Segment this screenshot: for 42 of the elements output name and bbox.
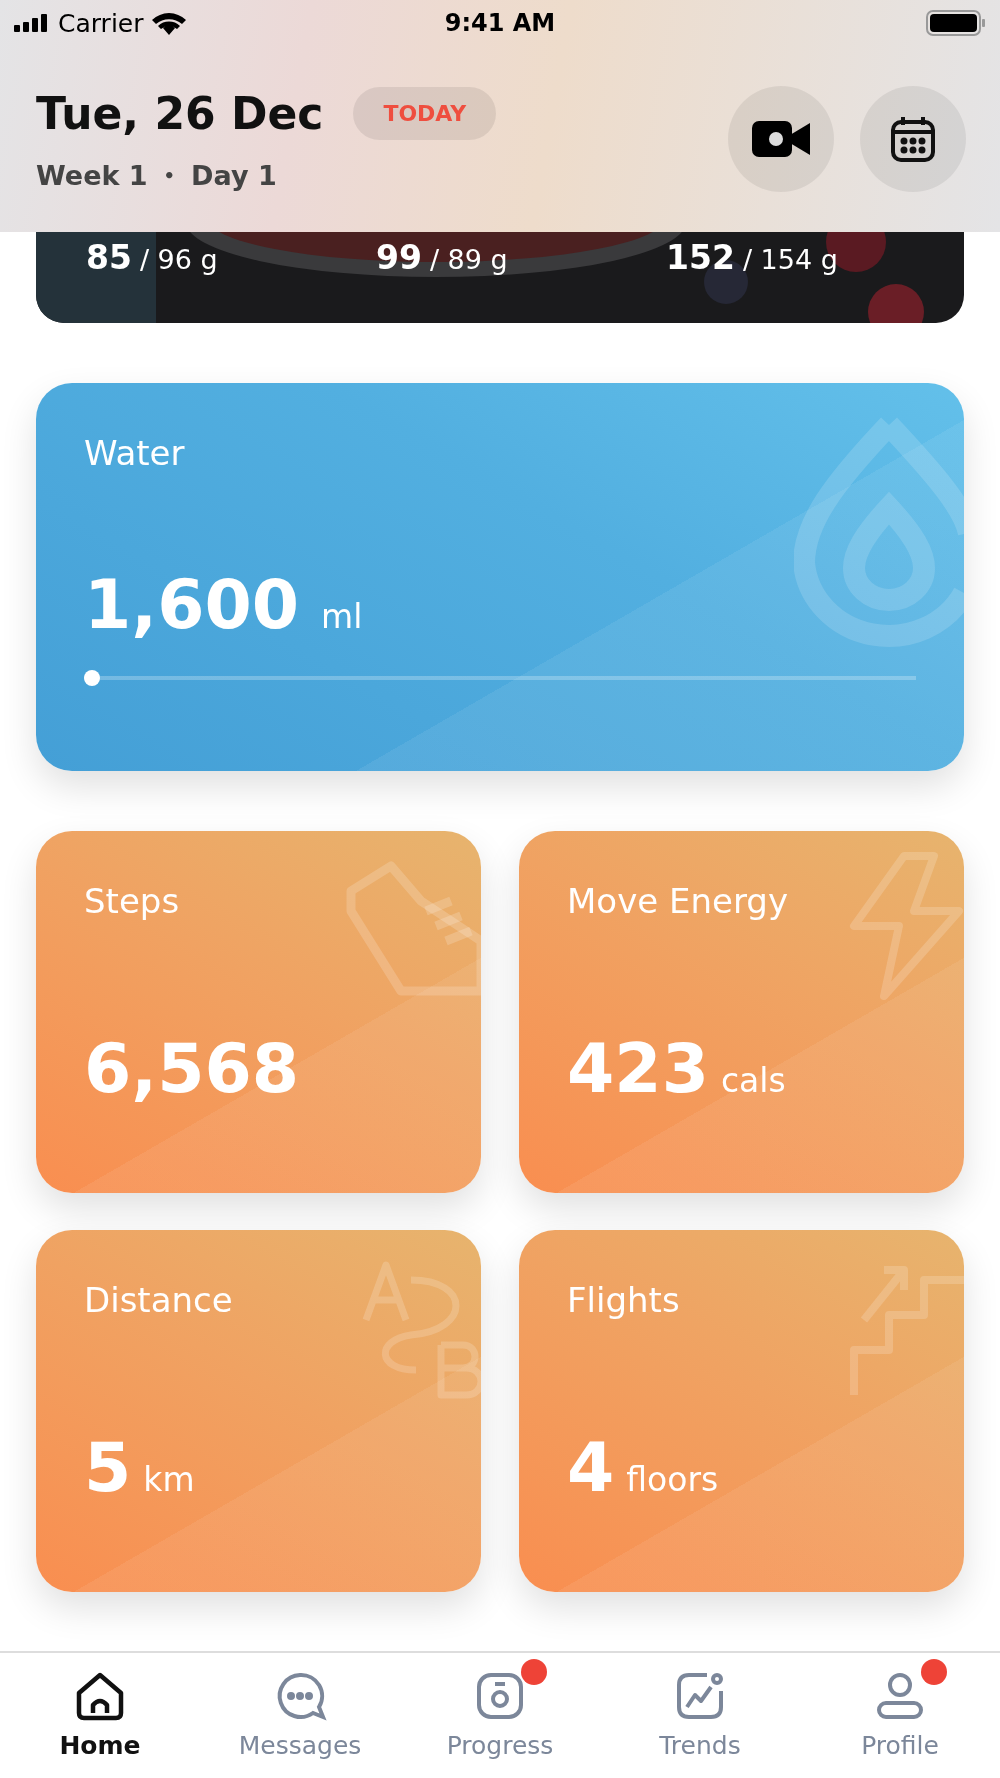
stat-value: 6,568 xyxy=(84,1029,300,1108)
macro-target: / 89 g xyxy=(429,244,508,275)
stat-card[interactable]: Move Energy 423 cals xyxy=(519,831,964,1193)
stat-unit: cals xyxy=(720,1061,786,1100)
date-title: Tue, 26 Dec xyxy=(36,88,324,139)
stat-value: 423 xyxy=(567,1029,709,1108)
macro-value: 152 xyxy=(666,238,735,277)
day-label: Day 1 xyxy=(191,160,277,191)
macro-value: 99 xyxy=(376,238,422,277)
card-title: Move Energy xyxy=(567,881,789,921)
stat-value: 5 xyxy=(84,1428,132,1507)
video-camera-icon xyxy=(752,121,810,157)
separator-dot: • xyxy=(163,165,176,186)
card-title: Water xyxy=(84,433,185,473)
macro-target: / 96 g xyxy=(139,244,218,275)
tab-item[interactable]: Progress xyxy=(400,1653,600,1778)
stat-unit: floors xyxy=(626,1460,719,1499)
stat-card[interactable]: Steps 6,568 xyxy=(36,831,481,1193)
signal-icon xyxy=(14,14,50,32)
water-unit: ml xyxy=(321,597,363,636)
macro-value: 85 xyxy=(86,238,132,277)
card-title: Flights xyxy=(567,1280,680,1320)
week-label: Week 1 xyxy=(36,160,148,191)
water-amount: 1,600 xyxy=(84,565,300,644)
water-card[interactable]: Water 1,600 ml xyxy=(36,383,964,771)
tab-item[interactable]: Trends xyxy=(600,1653,800,1778)
macro-target: / 154 g xyxy=(742,244,838,275)
battery-icon xyxy=(926,10,986,36)
calendar-icon xyxy=(890,115,936,163)
stat-card[interactable]: Flights 4 floors xyxy=(519,1230,964,1592)
tab-item[interactable]: Profile xyxy=(800,1653,1000,1778)
clock: 9:41 AM xyxy=(444,9,556,37)
wifi-icon xyxy=(151,11,186,35)
carrier-name: Carrier xyxy=(58,8,144,38)
card-title: Distance xyxy=(84,1280,233,1320)
tab-item[interactable]: Messages xyxy=(200,1653,400,1778)
stat-card[interactable]: Distance 5 km xyxy=(36,1230,481,1592)
card-title: Steps xyxy=(84,881,180,921)
stat-unit: km xyxy=(143,1460,195,1499)
today-badge: TODAY xyxy=(353,87,497,140)
stat-value: 4 xyxy=(567,1428,615,1507)
tab-item[interactable]: Home xyxy=(0,1653,200,1778)
